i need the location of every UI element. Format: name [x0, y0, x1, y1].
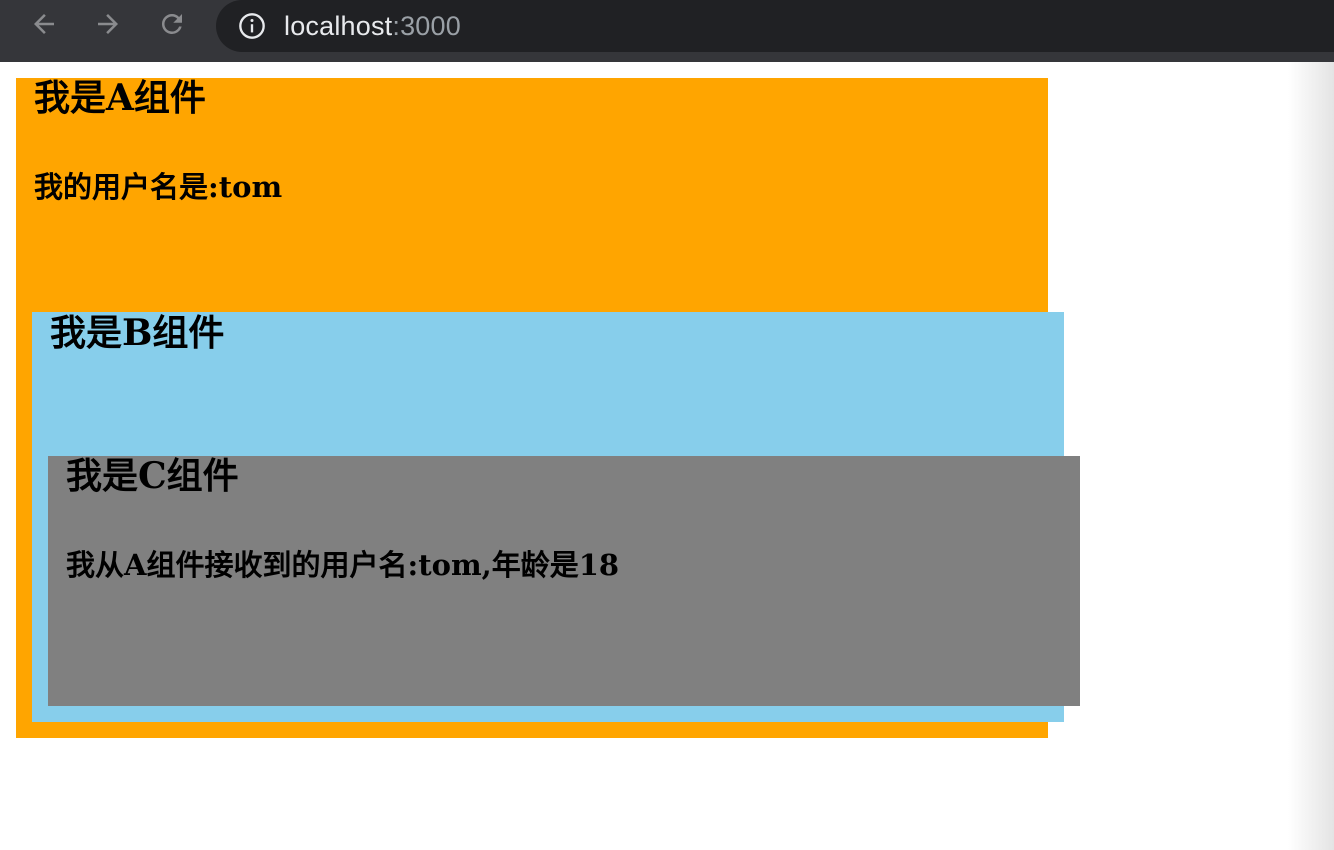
- component-a-username: 我的用户名是:tom: [34, 170, 283, 204]
- info-icon[interactable]: [238, 12, 266, 40]
- arrow-right-icon: [98, 14, 118, 34]
- component-b-title: 我是B组件: [50, 312, 225, 354]
- reload-icon: [161, 13, 182, 34]
- component-c-message: 我从A组件接收到的用户名:tom,年龄是18: [66, 548, 620, 582]
- toolbar-divider: [0, 52, 1334, 62]
- component-a-title: 我是A组件: [34, 77, 206, 119]
- forward-button[interactable]: [90, 6, 126, 42]
- scroll-edge-shadow: [1288, 62, 1334, 850]
- url-port: :3000: [392, 10, 461, 41]
- browser-toolbar: localhost:3000: [0, 0, 1334, 62]
- url-text: localhost:3000: [284, 11, 461, 42]
- back-button[interactable]: [26, 6, 62, 42]
- arrow-left-icon: [34, 14, 54, 34]
- url-host: localhost: [284, 10, 393, 41]
- reload-button[interactable]: [154, 6, 190, 42]
- component-c-title: 我是C组件: [66, 455, 239, 497]
- address-bar[interactable]: localhost:3000: [216, 0, 1334, 52]
